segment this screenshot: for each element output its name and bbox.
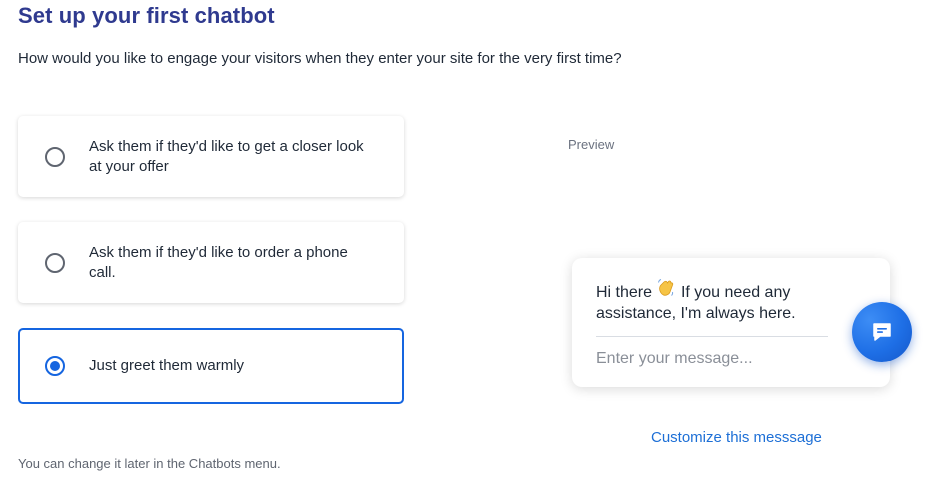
chat-divider [596,336,828,337]
option-closer-look[interactable]: Ask them if they'd like to get a closer … [18,116,404,197]
radio-button-selected[interactable] [45,356,65,376]
chat-launcher-button[interactable] [852,302,912,362]
option-greet-warmly[interactable]: Just greet them warmly [18,328,404,404]
radio-button[interactable] [45,252,65,273]
chat-preview-card: Hi there If you need any assistance, I'm… [572,258,890,387]
page-subtitle: How would you like to engage your visito… [18,50,622,67]
customize-message-link[interactable]: Customize this messsage [651,429,822,446]
option-label: Just greet them warmly [89,357,245,374]
chat-greeting-message: Hi there If you need any assistance, I'm… [596,277,836,324]
option-label: Ask them if they'd like to get a closer … [89,137,364,175]
chatbot-setup-page: Set up your first chatbot How would you … [0,0,930,485]
option-phone-call[interactable]: Ask them if they'd like to order a phone… [18,222,404,303]
radio-button[interactable] [45,146,65,167]
option-label: Ask them if they'd like to order a phone… [89,243,348,281]
greeting-text-start: Hi there [596,284,653,301]
footer-note: You can change it later in the Chatbots … [18,456,281,471]
waving-hand-icon [656,277,676,303]
page-title: Set up your first chatbot [18,3,275,28]
preview-label: Preview [568,137,615,152]
chat-message-input[interactable] [596,350,828,368]
